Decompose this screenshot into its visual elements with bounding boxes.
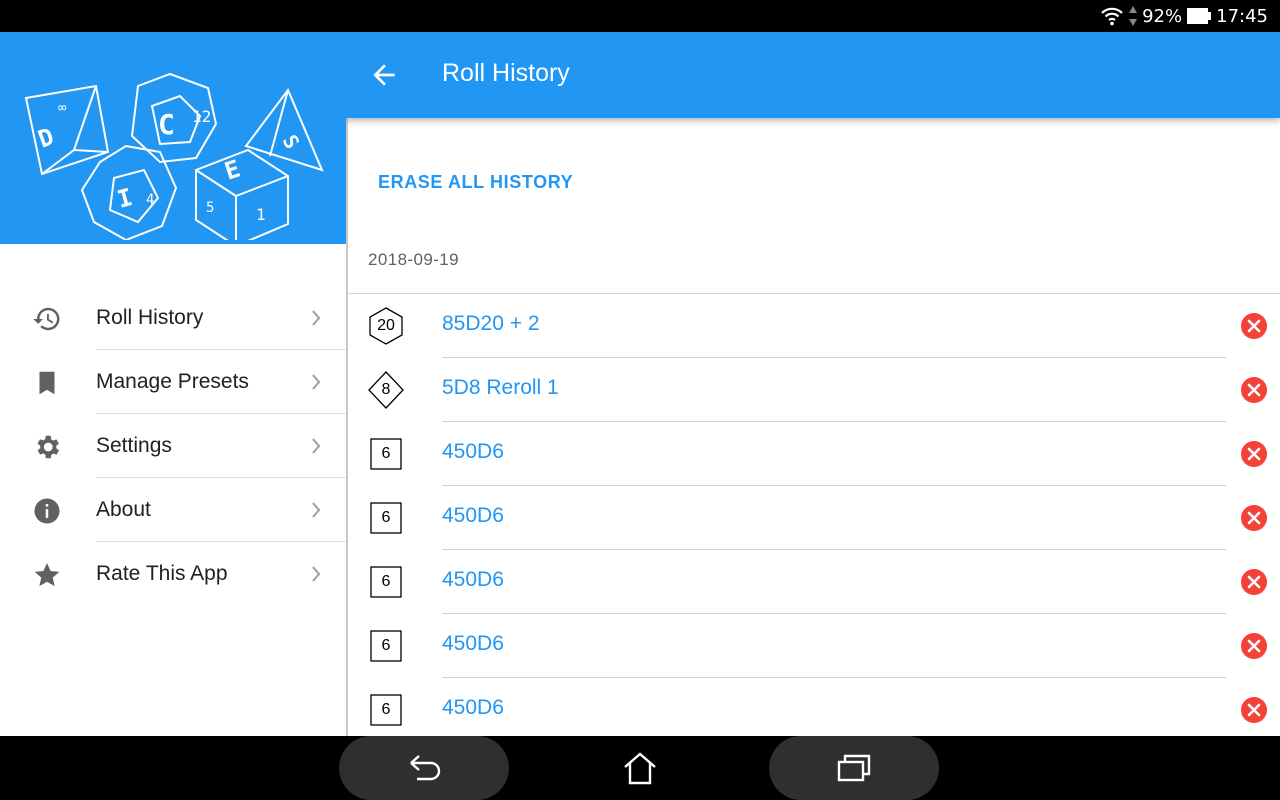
system-nav-bar <box>0 736 1280 800</box>
drawer-item-rate-this-app[interactable]: Rate This App <box>0 542 346 606</box>
svg-text:E: E <box>221 155 243 186</box>
roll-history-row[interactable]: 6 450D6 <box>346 550 1280 614</box>
die-sides-label: 8 <box>381 381 391 398</box>
delete-icon[interactable] <box>1240 568 1268 596</box>
die-sides-label: 20 <box>377 317 395 334</box>
roll-formula-link[interactable]: 450D6 <box>442 568 504 592</box>
svg-text:D: D <box>34 122 57 153</box>
die-sides-label: 6 <box>381 701 391 718</box>
signal-arrows-icon <box>1129 6 1138 26</box>
roll-history-row[interactable]: 6 450D6 <box>346 678 1280 736</box>
svg-text:4: 4 <box>146 192 154 208</box>
drawer-item-label: About <box>96 498 151 521</box>
drawer-item-manage-presets[interactable]: Manage Presets <box>0 350 346 414</box>
chevron-right-icon <box>310 436 322 461</box>
svg-text:5: 5 <box>206 200 214 216</box>
roll-formula-link[interactable]: 450D6 <box>442 696 504 720</box>
svg-text:S: S <box>278 131 305 153</box>
app-bar: Roll History <box>346 32 1280 118</box>
drawer-item-label: Settings <box>96 434 172 457</box>
roll-history-row[interactable]: 6 450D6 <box>346 486 1280 550</box>
gear-icon <box>32 432 62 462</box>
roll-formula-link[interactable]: 450D6 <box>442 632 504 656</box>
svg-text:C: C <box>158 108 175 141</box>
d6-die-icon: 6 <box>368 562 404 602</box>
arrow-back-icon[interactable] <box>368 59 400 91</box>
d20-die-icon: 20 <box>368 306 404 346</box>
d6-die-icon: 6 <box>368 626 404 666</box>
drawer-item-label: Rate This App <box>96 562 228 585</box>
battery-percent: 92% <box>1142 5 1183 27</box>
roll-history-row[interactable]: 20 85D20 + 2 <box>346 294 1280 358</box>
svg-text:1: 1 <box>256 205 266 224</box>
bookmark-icon <box>32 368 62 398</box>
drawer-item-roll-history[interactable]: Roll History <box>0 286 346 350</box>
status-icons: 92% 17:45 <box>1100 0 1268 32</box>
dice-logo: D ∞ C 12 S I 4 E 1 5 <box>24 72 324 240</box>
status-bar: 92% 17:45 <box>0 0 1280 32</box>
roll-formula-link[interactable]: 450D6 <box>442 440 504 464</box>
roll-formula-link[interactable]: 85D20 + 2 <box>442 312 540 336</box>
d6-die-icon: 6 <box>368 434 404 474</box>
die-sides-label: 6 <box>381 573 391 590</box>
roll-formula-link[interactable]: 450D6 <box>442 504 504 528</box>
page-title: Roll History <box>442 59 570 87</box>
nav-back-button[interactable] <box>339 736 509 800</box>
drawer-item-about[interactable]: About <box>0 478 346 542</box>
clock: 17:45 <box>1216 5 1268 27</box>
main-content: Roll History ERASE ALL HISTORY 2018-09-1… <box>346 32 1280 736</box>
drawer-item-settings[interactable]: Settings <box>0 414 346 478</box>
battery-icon <box>1187 8 1212 24</box>
roll-formula-link[interactable]: 5D8 Reroll 1 <box>442 376 559 400</box>
die-sides-label: 6 <box>381 509 391 526</box>
nav-home-button[interactable] <box>605 736 675 800</box>
star-icon <box>32 560 62 590</box>
svg-text:12: 12 <box>192 107 211 126</box>
svg-text:I: I <box>114 183 135 214</box>
drawer-item-label: Manage Presets <box>96 370 249 393</box>
delete-icon[interactable] <box>1240 312 1268 340</box>
die-sides-label: 6 <box>381 637 391 654</box>
delete-icon[interactable] <box>1240 440 1268 468</box>
drawer-item-label: Roll History <box>96 306 204 329</box>
delete-icon[interactable] <box>1240 504 1268 532</box>
chevron-right-icon <box>310 500 322 525</box>
delete-icon[interactable] <box>1240 376 1268 404</box>
nav-recents-button[interactable] <box>769 736 939 800</box>
nav-recents-icon <box>837 754 871 782</box>
nav-home-icon <box>624 752 656 785</box>
delete-icon[interactable] <box>1240 632 1268 660</box>
die-sides-label: 6 <box>381 445 391 462</box>
chevron-right-icon <box>310 564 322 589</box>
date-header: 2018-09-19 <box>368 250 459 269</box>
navigation-drawer: D ∞ C 12 S I 4 E 1 5 Roll History Manage… <box>0 32 346 736</box>
info-icon <box>32 496 62 526</box>
nav-back-icon <box>410 755 441 781</box>
erase-all-history-button[interactable]: ERASE ALL HISTORY <box>378 172 573 193</box>
drawer-header: D ∞ C 12 S I 4 E 1 5 <box>0 32 346 244</box>
drawer-menu: Roll History Manage Presets Settings Abo… <box>0 286 346 606</box>
svg-text:∞: ∞ <box>58 100 67 116</box>
d6-die-icon: 6 <box>368 690 404 730</box>
roll-history-row[interactable]: 8 5D8 Reroll 1 <box>346 358 1280 422</box>
d8-die-icon: 8 <box>368 370 404 410</box>
roll-history-row[interactable]: 6 450D6 <box>346 422 1280 486</box>
wifi-icon <box>1101 7 1123 26</box>
delete-icon[interactable] <box>1240 696 1268 724</box>
roll-history-row[interactable]: 6 450D6 <box>346 614 1280 678</box>
chevron-right-icon <box>310 372 322 397</box>
history-icon <box>32 304 62 334</box>
d6-die-icon: 6 <box>368 498 404 538</box>
chevron-right-icon <box>310 308 322 333</box>
